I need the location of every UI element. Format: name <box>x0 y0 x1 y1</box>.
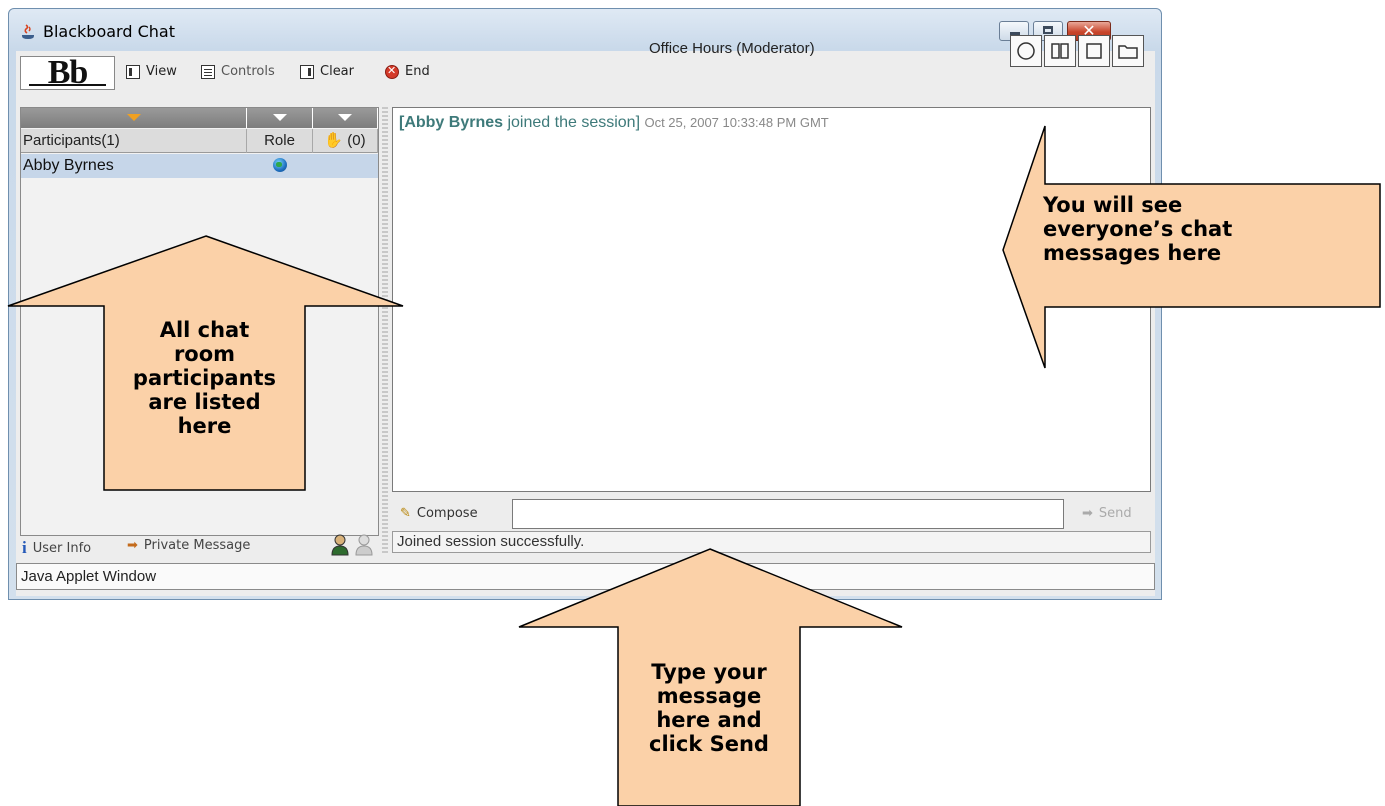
callout-line: Type your <box>651 660 767 684</box>
callout-line: message <box>656 684 762 708</box>
callout-line: everyone’s chat <box>1043 217 1233 241</box>
callout-messages-text: You will see everyone’s chat messages he… <box>1043 193 1373 265</box>
callout-compose-text: Type your message here and click Send <box>618 660 800 756</box>
callout-line: You will see <box>1043 193 1183 217</box>
callout-participants-text: All chat room participants are listed he… <box>104 318 305 438</box>
callout-line: are listed <box>148 390 261 414</box>
callout-line: room <box>173 342 236 366</box>
callout-line: click Send <box>649 732 769 756</box>
callout-line: All chat <box>159 318 250 342</box>
callout-line: here and <box>656 708 762 732</box>
callout-line: messages here <box>1043 241 1222 265</box>
callout-line: participants <box>132 366 277 390</box>
callout-line: here <box>177 414 232 438</box>
